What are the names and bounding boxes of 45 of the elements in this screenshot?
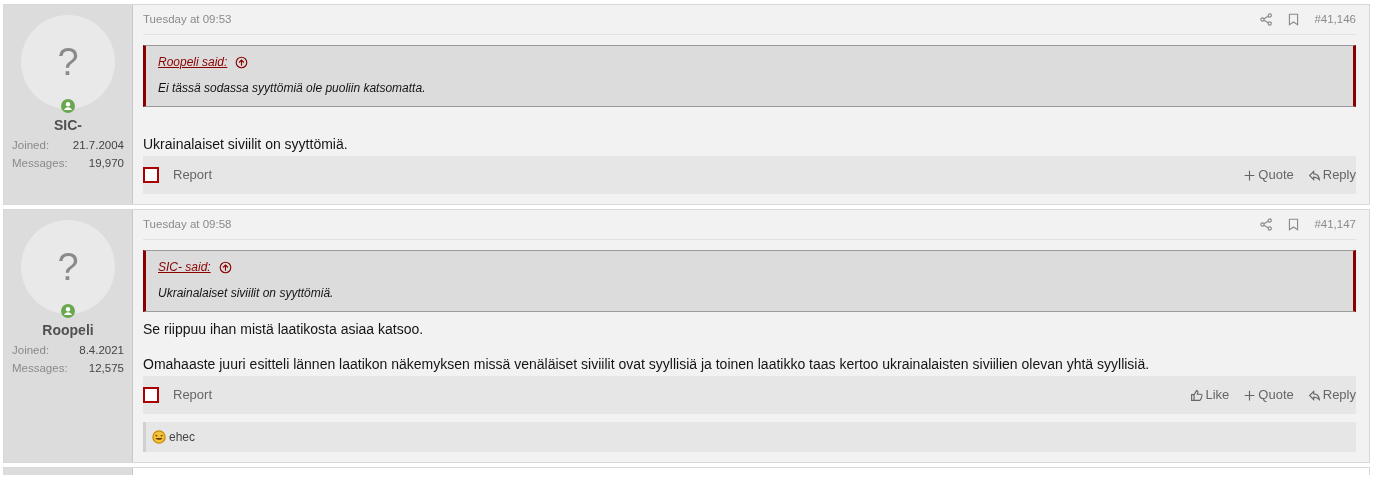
report-link[interactable]: Report (173, 165, 213, 185)
plus-icon (1243, 388, 1257, 402)
stat-value: 12,575 (88, 360, 124, 376)
bookmark-icon[interactable] (1287, 218, 1301, 231)
reply-arrow-icon (1307, 168, 1321, 182)
up-arrow-circle-icon[interactable] (218, 260, 232, 274)
up-arrow-circle-icon[interactable] (235, 55, 249, 69)
post-number[interactable]: #41,146 (1314, 10, 1356, 29)
bookmark-icon[interactable] (1287, 13, 1301, 26)
avatar: ? (21, 15, 115, 109)
stat-label: Messages: (12, 155, 68, 171)
stat-value: 21.7.2004 (72, 137, 124, 153)
stat-label: Joined: (12, 342, 50, 358)
post-date[interactable]: Tuesday at 09:53 (143, 10, 232, 29)
username[interactable]: Roopeli (12, 319, 124, 341)
thumbs-up-icon (1190, 388, 1204, 402)
post-date[interactable]: Tuesday at 09:58 (143, 215, 232, 234)
post-text: Se riippuu ihan mistä laatikosta asiaa katsoo. (143, 320, 425, 339)
action-link[interactable]: Reply (1307, 165, 1356, 185)
quote-text: Ei tässä sodassa syyttömiä ole puoliin katsomatta. (158, 80, 427, 97)
action-link[interactable]: Quote (1243, 385, 1294, 405)
stat-value: 19,970 (88, 155, 124, 171)
avatar: ? (21, 220, 115, 314)
select-checkbox[interactable] (143, 167, 159, 183)
report-link[interactable]: Report (173, 385, 213, 405)
share-icon[interactable] (1260, 13, 1274, 26)
stat-label: Messages: (12, 360, 68, 376)
laughing-emoji-icon (152, 430, 166, 444)
post-text: Ukrainalaiset siviilit on syyttömiä. (143, 135, 349, 154)
quote-author-link[interactable]: Roopeli said: (158, 53, 228, 71)
stat-value: 8.4.2021 (79, 342, 124, 358)
quote-text: Ukrainalaiset siviilit on syyttömiä. (158, 285, 335, 302)
quote-author-link[interactable]: SIC- said: (158, 258, 211, 276)
username[interactable]: SIC- (12, 114, 124, 136)
plus-icon (1243, 168, 1257, 182)
share-icon[interactable] (1260, 218, 1274, 231)
reaction-user-link[interactable]: ehec (169, 428, 196, 446)
action-link[interactable]: Reply (1307, 385, 1356, 405)
post-text: Omahaaste juuri esitteli lännen laatikon näkemyksen missä venäläiset siviilit ovat syyllisiä ja toinen laatikko taas kertoo ukrainalaisten siviilien olevan yhtä syyllisiä. (143, 355, 1151, 374)
post-number[interactable]: #41,147 (1314, 215, 1356, 234)
action-link[interactable]: Quote (1243, 165, 1294, 185)
action-link[interactable]: Like (1190, 385, 1230, 405)
reply-arrow-icon (1307, 388, 1321, 402)
stat-label: Joined: (12, 137, 50, 153)
select-checkbox[interactable] (143, 387, 159, 403)
